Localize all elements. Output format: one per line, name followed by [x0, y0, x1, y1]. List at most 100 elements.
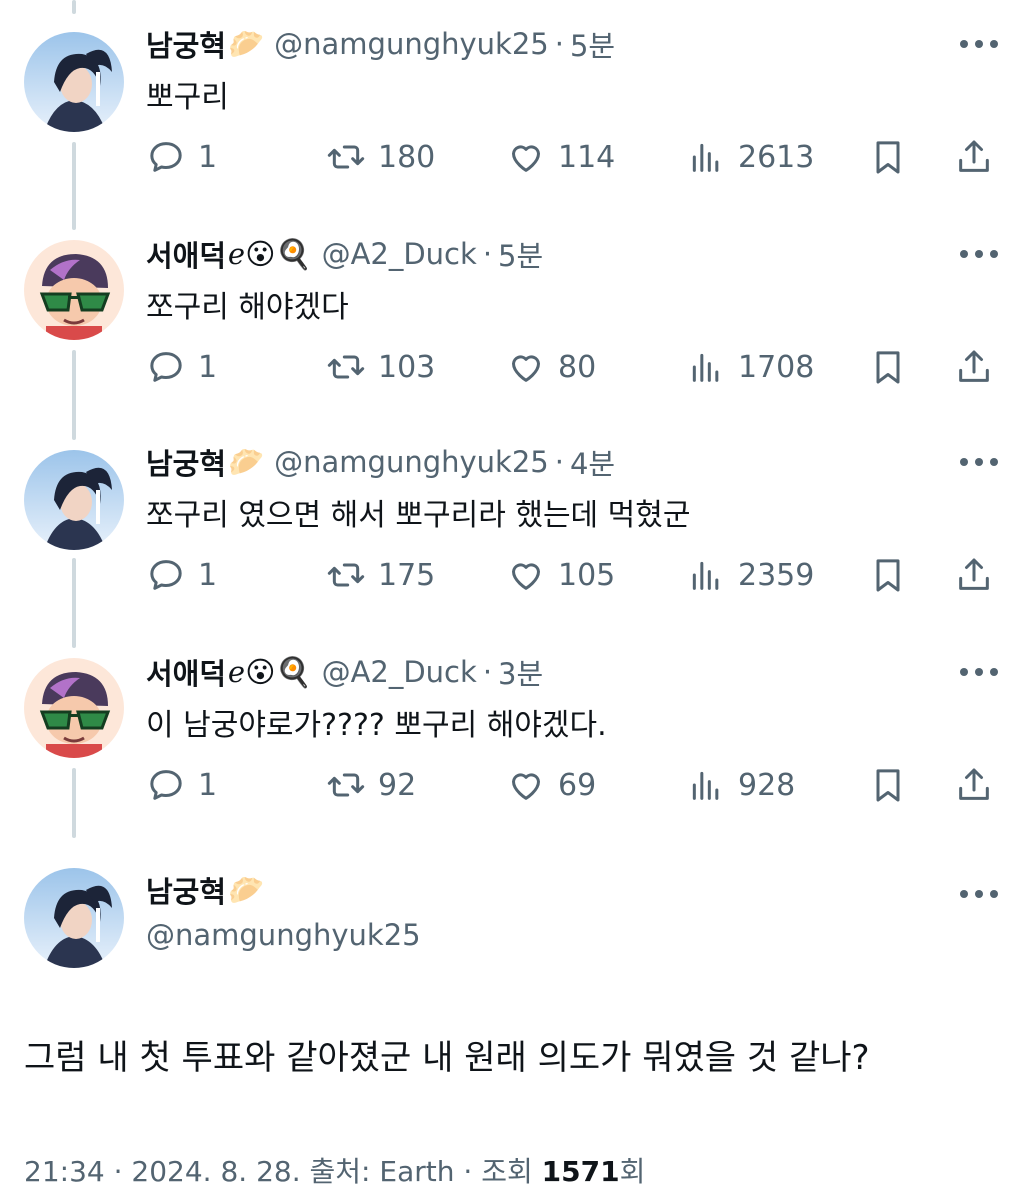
- retweet-icon: [327, 773, 365, 797]
- author-handle[interactable]: @A2_Duck: [322, 655, 477, 689]
- more-icon[interactable]: [960, 250, 998, 260]
- views-icon: [692, 771, 719, 800]
- like-count: 69: [558, 767, 597, 803]
- separator-dot: ·: [482, 237, 493, 271]
- reply-icon: [150, 352, 182, 382]
- bookmark-button[interactable]: [868, 762, 908, 808]
- views-button[interactable]: 2613: [686, 134, 814, 180]
- share-icon: [959, 140, 989, 172]
- retweet-button[interactable]: 103: [326, 344, 435, 390]
- thread-connector-line: [72, 142, 76, 230]
- like-count: 114: [558, 139, 616, 175]
- author-handle[interactable]: @namgunghyuk25: [274, 445, 549, 479]
- author-name[interactable]: 남궁혁: [146, 869, 226, 911]
- retweet-button[interactable]: 175: [326, 552, 435, 598]
- reply-count: 1: [198, 349, 218, 385]
- share-button[interactable]: [954, 552, 994, 598]
- retweet-count: 92: [378, 767, 417, 803]
- retweet-icon: [327, 145, 365, 169]
- tweet-actions: 1 103 80 1708: [146, 344, 1006, 390]
- like-icon: [512, 145, 540, 172]
- like-icon: [512, 773, 540, 800]
- avatar-namgunghyuk[interactable]: [24, 450, 124, 550]
- tweet-time[interactable]: 4분: [570, 441, 615, 483]
- like-button[interactable]: 80: [506, 344, 596, 390]
- avatar-namgunghyuk[interactable]: [24, 32, 124, 132]
- author-handle[interactable]: @A2_Duck: [322, 237, 477, 271]
- thread-connector-line: [72, 558, 76, 648]
- like-count: 105: [558, 557, 616, 593]
- separator-dot: ·: [554, 27, 564, 61]
- views-button[interactable]: 928: [686, 762, 795, 808]
- author-name[interactable]: 남궁혁: [146, 23, 226, 65]
- reply-count: 1: [198, 557, 218, 593]
- dumpling-emoji: 🥟: [228, 872, 265, 907]
- views-button[interactable]: 2359: [686, 552, 814, 598]
- tweet-actions: 1 175 105 2359: [146, 552, 1006, 598]
- author-name[interactable]: 서애덕: [146, 233, 226, 275]
- separator-dot: ·: [554, 445, 564, 479]
- tweet-text: 쪼구리 해야겠다: [146, 290, 349, 325]
- view-count: 2359: [738, 557, 815, 593]
- tweet-time[interactable]: 5분: [570, 23, 615, 65]
- reply-button[interactable]: 1: [146, 762, 217, 808]
- avatar-a2duck[interactable]: [24, 658, 124, 758]
- reply-button[interactable]: 1: [146, 552, 217, 598]
- bookmark-icon: [876, 351, 900, 384]
- author-name[interactable]: 남궁혁: [146, 441, 226, 483]
- reply-button[interactable]: 1: [146, 134, 217, 180]
- bookmark-icon: [876, 769, 900, 802]
- bookmark-icon: [876, 559, 900, 592]
- reply-icon: [150, 142, 182, 172]
- share-button[interactable]: [954, 762, 994, 808]
- bookmark-button[interactable]: [868, 344, 908, 390]
- separator-dot: ·: [113, 1155, 123, 1188]
- more-icon[interactable]: [960, 890, 998, 900]
- more-icon[interactable]: [960, 668, 998, 678]
- avatar-a2duck[interactable]: [24, 240, 124, 340]
- retweet-button[interactable]: 92: [326, 762, 416, 808]
- view-count: 2613: [738, 139, 815, 175]
- share-button[interactable]: [954, 134, 994, 180]
- reply-button[interactable]: 1: [146, 344, 217, 390]
- bookmark-button[interactable]: [868, 552, 908, 598]
- separator-dot: ·: [482, 655, 493, 689]
- share-button[interactable]: [954, 344, 994, 390]
- like-icon: [512, 563, 540, 590]
- share-icon: [959, 350, 989, 382]
- author-handle[interactable]: @namgunghyuk25: [274, 27, 549, 61]
- tweet-time[interactable]: 5분: [498, 233, 543, 275]
- view-count: 928: [738, 767, 796, 803]
- avatar-namgunghyuk[interactable]: [24, 868, 124, 968]
- like-button[interactable]: 69: [506, 762, 596, 808]
- more-icon[interactable]: [960, 458, 998, 468]
- author-handle[interactable]: @namgunghyuk25: [146, 918, 421, 952]
- views-button[interactable]: 1708: [686, 344, 814, 390]
- like-button[interactable]: 105: [506, 552, 615, 598]
- main-tweet-header: 남궁혁 🥟 @namgunghyuk25: [146, 869, 421, 953]
- reply-icon: [150, 770, 182, 800]
- views-icon: [692, 353, 719, 382]
- dumpling-emoji: 🥟: [228, 26, 265, 61]
- like-button[interactable]: 114: [506, 134, 615, 180]
- views-icon: [692, 143, 719, 172]
- views-icon: [692, 561, 719, 590]
- retweet-count: 180: [378, 139, 436, 175]
- bookmark-button[interactable]: [868, 134, 908, 180]
- share-icon: [959, 768, 989, 800]
- tweet-time[interactable]: 3분: [498, 651, 543, 693]
- name-emoji: ℯ😮🍳: [228, 654, 312, 689]
- more-icon[interactable]: [960, 40, 998, 50]
- like-icon: [512, 355, 540, 382]
- tweet-time[interactable]: 21:34: [24, 1155, 105, 1188]
- tweet-text: 뽀구리: [146, 80, 229, 115]
- reply-icon: [150, 560, 182, 590]
- tweet-source[interactable]: 출처: Earth: [310, 1155, 455, 1188]
- author-name[interactable]: 서애덕: [146, 651, 226, 693]
- main-tweet-text: 그럼 내 첫 투표와 같아졌군 내 원래 의도가 뭐였을 것 같나?: [24, 1038, 870, 1078]
- tweet-actions: 1 92 69 928: [146, 762, 1006, 808]
- reply-count: 1: [198, 767, 218, 803]
- retweet-button[interactable]: 180: [326, 134, 435, 180]
- tweet-date[interactable]: 2024. 8. 28.: [131, 1155, 300, 1188]
- share-icon: [959, 558, 989, 590]
